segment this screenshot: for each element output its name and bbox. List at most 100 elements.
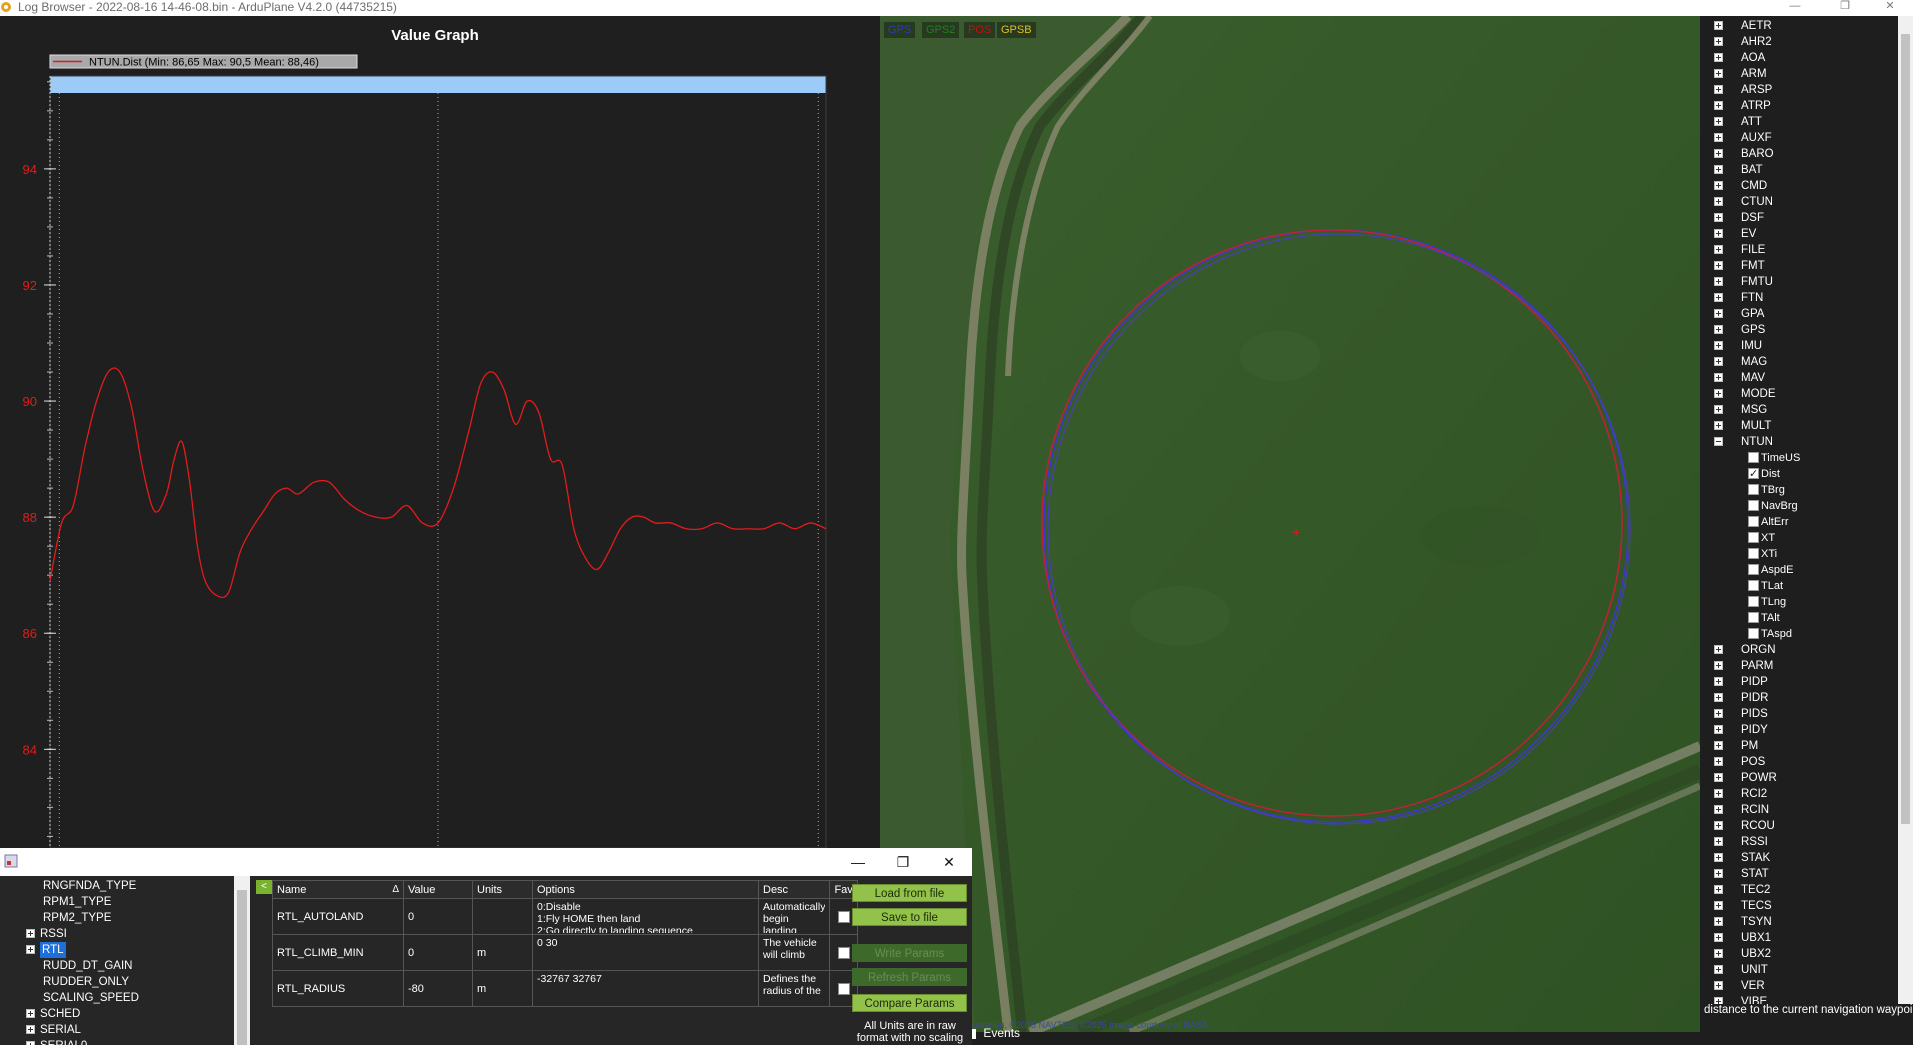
field-checkbox[interactable] bbox=[1748, 612, 1759, 623]
favorite-checkbox[interactable] bbox=[837, 946, 850, 959]
expand-icon[interactable] bbox=[26, 1041, 35, 1045]
expand-icon[interactable] bbox=[1714, 933, 1723, 942]
expand-icon[interactable] bbox=[1714, 373, 1723, 382]
expand-icon[interactable] bbox=[1714, 389, 1723, 398]
expand-icon[interactable] bbox=[1714, 53, 1723, 62]
expand-icon[interactable] bbox=[1714, 757, 1723, 766]
expand-icon[interactable] bbox=[1714, 789, 1723, 798]
expand-icon[interactable] bbox=[1714, 213, 1723, 222]
dialog-close-button[interactable]: ✕ bbox=[929, 852, 969, 872]
expand-icon[interactable] bbox=[1714, 901, 1723, 910]
expand-icon[interactable] bbox=[1714, 917, 1723, 926]
expand-icon[interactable] bbox=[1714, 37, 1723, 46]
expand-icon[interactable] bbox=[1714, 869, 1723, 878]
expand-icon[interactable] bbox=[26, 1009, 35, 1018]
expand-icon[interactable] bbox=[1714, 309, 1723, 318]
col-desc[interactable]: Desc bbox=[757, 880, 831, 899]
col-name[interactable]: Name Δ bbox=[272, 880, 404, 899]
field-checkbox[interactable] bbox=[1748, 452, 1759, 463]
tree-scrollbar[interactable] bbox=[1898, 16, 1913, 1004]
expand-icon[interactable] bbox=[26, 1025, 35, 1034]
expand-icon[interactable] bbox=[26, 929, 35, 938]
table-row[interactable]: RTL_AUTOLAND 0 0:Disable 1:Fly HOME then l… bbox=[272, 898, 858, 935]
param-value-cell[interactable]: 0 bbox=[403, 934, 473, 971]
expand-icon[interactable] bbox=[1714, 405, 1723, 414]
param-value-cell[interactable]: 0 bbox=[403, 898, 473, 935]
expand-icon[interactable] bbox=[1714, 821, 1723, 830]
field-checkbox[interactable] bbox=[1748, 564, 1759, 575]
field-checkbox[interactable] bbox=[1748, 596, 1759, 607]
col-units[interactable]: Units bbox=[472, 880, 533, 899]
expand-icon[interactable] bbox=[1714, 725, 1723, 734]
expand-icon[interactable] bbox=[1714, 965, 1723, 974]
maximize-button[interactable]: ❐ bbox=[1825, 0, 1865, 14]
expand-icon[interactable] bbox=[1714, 709, 1723, 718]
expand-icon[interactable] bbox=[1714, 149, 1723, 158]
expand-icon[interactable] bbox=[1714, 677, 1723, 686]
expand-icon[interactable] bbox=[1714, 69, 1723, 78]
collapse-tree-button[interactable]: < bbox=[256, 880, 272, 894]
load-from-file-button[interactable]: Load from file bbox=[852, 884, 967, 902]
table-row[interactable]: RTL_CLIMB_MIN 0 m 0 30 The vehicle will clim… bbox=[272, 934, 858, 971]
expand-icon[interactable] bbox=[1714, 773, 1723, 782]
field-checkbox[interactable] bbox=[1748, 548, 1759, 559]
expand-icon[interactable] bbox=[1714, 277, 1723, 286]
write-params-button[interactable]: Write Params bbox=[852, 944, 967, 962]
dialog-minimize-button[interactable]: — bbox=[838, 852, 878, 872]
expand-icon[interactable] bbox=[1714, 997, 1723, 1004]
expand-icon[interactable] bbox=[26, 945, 35, 954]
field-checkbox[interactable] bbox=[1748, 466, 1759, 482]
expand-icon[interactable] bbox=[1714, 805, 1723, 814]
field-checkbox[interactable] bbox=[1748, 532, 1759, 543]
field-checkbox[interactable] bbox=[1748, 500, 1759, 511]
expand-icon[interactable] bbox=[1714, 85, 1723, 94]
table-row[interactable]: RTL_RADIUS -80 m -32767 32767 Defines the ra… bbox=[272, 970, 858, 1007]
close-button[interactable]: ✕ bbox=[1870, 0, 1910, 14]
expand-icon[interactable] bbox=[1714, 229, 1723, 238]
expand-icon[interactable] bbox=[1714, 101, 1723, 110]
col-options[interactable]: Options bbox=[532, 880, 759, 899]
map-view[interactable]: + GPS GPS2 POS GPSB poration, ©2025 NAVT… bbox=[880, 16, 1700, 1032]
expand-icon[interactable] bbox=[1714, 885, 1723, 894]
expand-icon[interactable] bbox=[1714, 949, 1723, 958]
expand-icon[interactable] bbox=[1714, 837, 1723, 846]
expand-icon[interactable] bbox=[1714, 341, 1723, 350]
expand-icon[interactable] bbox=[1714, 741, 1723, 750]
events-checkbox[interactable] bbox=[972, 1028, 976, 1039]
expand-icon[interactable] bbox=[1714, 245, 1723, 254]
param-value-cell[interactable]: -80 bbox=[403, 970, 473, 1007]
dialog-maximize-button[interactable]: ❐ bbox=[883, 852, 923, 872]
compare-params-button[interactable]: Compare Params bbox=[852, 994, 967, 1012]
message-tree[interactable]: AETR AHR2 AOA ARM ARSP ATRP ATT AUXF BARO BAT CMD C… bbox=[1704, 16, 1898, 1004]
expand-icon[interactable] bbox=[1714, 197, 1723, 206]
collapse-icon[interactable] bbox=[1714, 437, 1723, 446]
expand-icon[interactable] bbox=[1714, 325, 1723, 334]
field-checkbox[interactable] bbox=[1748, 516, 1759, 527]
field-checkbox[interactable] bbox=[1748, 628, 1759, 639]
refresh-params-button[interactable]: Refresh Params bbox=[852, 968, 967, 986]
expand-icon[interactable] bbox=[1714, 645, 1723, 654]
col-value[interactable]: Value bbox=[403, 880, 473, 899]
expand-icon[interactable] bbox=[1714, 165, 1723, 174]
expand-icon[interactable] bbox=[1714, 261, 1723, 270]
expand-icon[interactable] bbox=[1714, 133, 1723, 142]
expand-icon[interactable] bbox=[1714, 421, 1723, 430]
expand-icon[interactable] bbox=[1714, 293, 1723, 302]
params-tree-scrollbar[interactable] bbox=[234, 876, 250, 1045]
value-graph-panel[interactable]: Value Graph NTUN.Dist (Min: 86,65 Max: 9… bbox=[0, 16, 880, 848]
value-graph[interactable]: Value Graph NTUN.Dist (Min: 86,65 Max: 9… bbox=[0, 16, 880, 848]
expand-icon[interactable] bbox=[1714, 661, 1723, 670]
favorite-checkbox[interactable] bbox=[837, 910, 850, 923]
minimize-button[interactable]: — bbox=[1775, 0, 1815, 14]
expand-icon[interactable] bbox=[1714, 21, 1723, 30]
expand-icon[interactable] bbox=[1714, 181, 1723, 190]
params-tree[interactable]: RNGFNDA_TYPE RPM1_TYPE RPM2_TYPE RSSI RTL RUD… bbox=[0, 876, 250, 1045]
expand-icon[interactable] bbox=[1714, 981, 1723, 990]
save-to-file-button[interactable]: Save to file bbox=[852, 908, 967, 926]
events-toggle[interactable]: Events bbox=[972, 1026, 1020, 1044]
expand-icon[interactable] bbox=[1714, 853, 1723, 862]
field-checkbox[interactable] bbox=[1748, 580, 1759, 591]
expand-icon[interactable] bbox=[1714, 357, 1723, 366]
favorite-checkbox[interactable] bbox=[837, 982, 850, 995]
field-checkbox[interactable] bbox=[1748, 484, 1759, 495]
